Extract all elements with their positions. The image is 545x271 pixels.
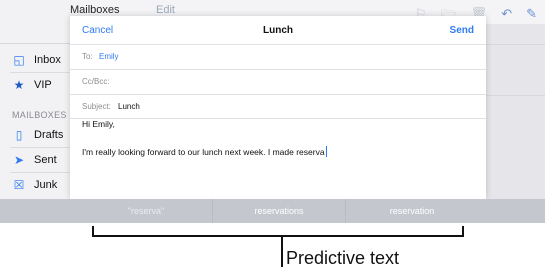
- compose-icon[interactable]: ✎: [526, 6, 537, 28]
- mailboxes-sidebar: ◱ Inbox ★ VIP MAILBOXES ▯ Drafts ➤ Sent …: [0, 0, 80, 205]
- bracket-pointer: [281, 236, 283, 267]
- body-text: I'm really looking forward to our lunch …: [82, 147, 325, 157]
- background-divider: [486, 95, 545, 96]
- text-cursor: [325, 146, 328, 157]
- suggestion-reservation[interactable]: reservation: [345, 199, 478, 223]
- suggestion-reservations[interactable]: reservations: [212, 199, 345, 223]
- mailboxes-heading: MAILBOXES: [12, 110, 67, 120]
- predictive-text-bar: "reserva" reservations reservation: [80, 199, 478, 223]
- body-greeting: Hi Emily,: [82, 119, 115, 129]
- ipad-screen: ◱ Inbox ★ VIP MAILBOXES ▯ Drafts ➤ Sent …: [0, 0, 545, 223]
- compose-header: Cancel Lunch Send: [70, 16, 486, 44]
- document-icon: ▯: [15, 128, 23, 142]
- annotation-caption: Predictive text: [286, 248, 400, 268]
- sidebar-item-label: Junk: [34, 179, 58, 191]
- message-body[interactable]: Hi Emily, I'm really looking forward to …: [82, 119, 477, 157]
- sidebar-item-label: Sent: [34, 154, 57, 166]
- sidebar-item-sent[interactable]: ➤ Sent: [0, 148, 80, 172]
- compose-sheet: Cancel Lunch Send To: Emily Cc/Bcc: Subj…: [70, 16, 486, 199]
- subject-value[interactable]: Lunch: [118, 102, 140, 111]
- sidebar-item-label: Drafts: [34, 129, 64, 141]
- sidebar-item-inbox[interactable]: ◱ Inbox: [0, 48, 80, 72]
- sidebar-item-label: Inbox: [34, 54, 61, 66]
- mailboxes-title: Mailboxes: [70, 4, 120, 16]
- junk-tray-icon: ☒: [13, 178, 25, 192]
- subject-label: Subject:: [82, 102, 111, 111]
- reply-icon[interactable]: ↶: [501, 6, 512, 28]
- body-line: I'm really looking forward to our lunch …: [82, 146, 477, 157]
- subject-field[interactable]: Subject: Lunch: [70, 94, 486, 119]
- sidebar-item-label: VIP: [34, 79, 52, 91]
- background-divider: [486, 44, 545, 45]
- edit-button[interactable]: Edit: [156, 4, 175, 16]
- ccbcc-field[interactable]: Cc/Bcc:: [70, 69, 486, 94]
- compose-title: Lunch: [263, 25, 293, 36]
- sidebar-item-drafts[interactable]: ▯ Drafts: [0, 123, 80, 147]
- bracket-right-tick: [462, 226, 464, 237]
- sidebar-item-junk[interactable]: ☒ Junk: [0, 173, 80, 197]
- ccbcc-label: Cc/Bcc:: [82, 77, 110, 86]
- to-label: To:: [82, 52, 93, 61]
- star-icon: ★: [13, 78, 25, 92]
- paper-plane-icon: ➤: [13, 153, 25, 167]
- bracket-line: [92, 235, 464, 237]
- send-button[interactable]: Send: [450, 25, 474, 36]
- inbox-icon: ◱: [13, 53, 25, 67]
- to-recipient[interactable]: Emily: [99, 52, 119, 61]
- sidebar-separator: [0, 43, 80, 44]
- to-field[interactable]: To: Emily: [70, 44, 486, 69]
- suggestion-original[interactable]: "reserva": [80, 199, 212, 223]
- sidebar-item-vip[interactable]: ★ VIP: [0, 73, 80, 97]
